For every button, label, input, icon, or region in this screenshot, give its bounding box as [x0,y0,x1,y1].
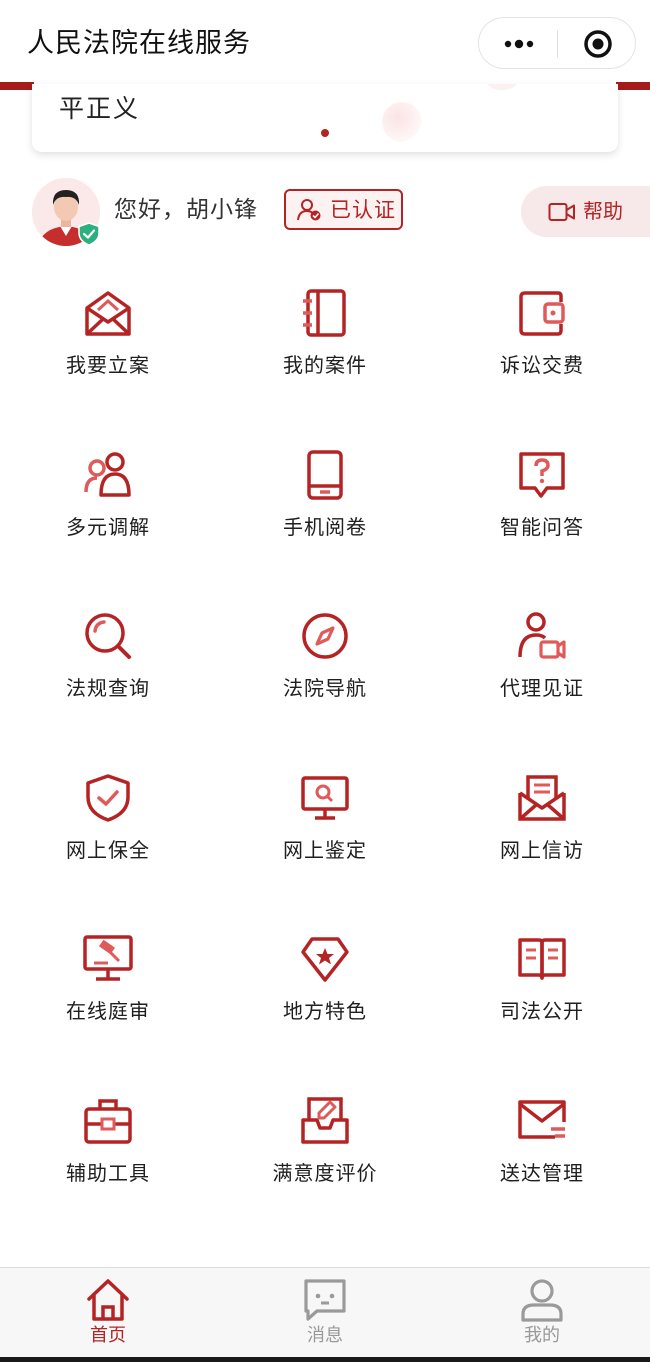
help-button[interactable]: 帮助 [521,186,650,237]
user-greeting: 您好，胡小锋 [114,197,258,223]
service-item[interactable]: 满意度评价 [217,1096,433,1226]
tab-profile[interactable]: 我的 [434,1268,650,1362]
service-item[interactable]: 送达管理 [434,1096,650,1226]
service-label: 网上信访 [500,838,584,862]
service-item[interactable]: 我要立案 [0,288,216,418]
service-item[interactable]: 地方特色 [217,934,433,1064]
service-item[interactable]: 在线庭审 [0,934,216,1064]
verified-shield-icon [78,222,100,246]
edit-tray-icon [301,1097,349,1144]
tab-label: 消息 [307,1325,343,1346]
service-label: 在线庭审 [66,999,150,1023]
monitor-search-icon [301,776,349,820]
service-label: 地方特色 [283,999,367,1023]
service-label: 法院导航 [283,676,367,700]
gavel-monitor-icon [83,935,133,981]
phone-icon [307,450,343,500]
service-item[interactable]: 手机阅卷 [217,450,433,580]
tab-label: 我的 [524,1325,560,1346]
service-item[interactable]: 智能问答 [434,450,650,580]
service-label: 满意度评价 [272,1161,378,1185]
service-item[interactable]: 网上鉴定 [217,773,433,903]
service-label: 辅助工具 [66,1161,150,1185]
service-label: 智能问答 [500,515,584,539]
tab-home[interactable]: 首页 [0,1268,216,1362]
letter-icon [518,775,566,821]
service-label: 代理见证 [500,676,584,700]
carousel-indicator-dot [321,129,329,137]
people-icon [84,452,131,497]
service-item[interactable]: 诉讼交费 [434,288,650,418]
service-item[interactable]: 代理见证 [434,611,650,741]
banner-decoration [382,102,422,142]
mail-lines-icon [518,1100,566,1139]
shield-check-icon [86,774,130,822]
search-icon [85,613,131,659]
star-gem-icon [301,937,349,982]
wallet-icon [519,291,565,336]
open-book-icon [518,938,566,980]
service-label: 法规查询 [66,676,150,700]
home-icon [87,1279,129,1321]
envelope-open-icon [85,291,131,336]
tab-label: 首页 [90,1325,126,1346]
home-indicator [0,1357,650,1362]
verified-badge[interactable]: 已认证 [284,189,403,230]
service-label: 网上保全 [66,838,150,862]
service-label: 我的案件 [283,353,367,377]
service-label: 网上鉴定 [283,838,367,862]
toolbox-icon [84,1099,132,1144]
service-label: 手机阅卷 [283,515,367,539]
service-label: 多元调解 [66,515,150,539]
service-item[interactable]: 我的案件 [217,288,433,418]
app-title: 人民法院在线服务 [27,28,251,59]
video-camera-icon [548,203,575,221]
navigation-bar: 人民法院在线服务 [0,0,650,84]
service-label: 诉讼交费 [500,353,584,377]
service-label: 我要立案 [66,353,150,377]
help-label: 帮助 [583,199,623,223]
question-chat-icon [519,452,565,498]
person-check-icon [297,199,321,221]
service-item[interactable]: 法院导航 [217,611,433,741]
service-item[interactable]: 网上保全 [0,773,216,903]
person-video-icon [518,612,566,659]
notebook-icon [303,289,346,337]
service-item[interactable]: 司法公开 [434,934,650,1064]
verified-label: 已认证 [330,198,396,222]
mini-program-capsule [478,17,636,69]
service-item[interactable]: 法规查询 [0,611,216,741]
close-target-icon[interactable] [583,29,613,59]
compass-icon [302,613,348,659]
service-item[interactable]: 辅助工具 [0,1096,216,1226]
banner-decoration [487,84,517,90]
tab-messages[interactable]: 消息 [217,1268,433,1362]
banner-text: 平正义 [59,94,141,123]
banner-carousel[interactable]: 平正义 [32,84,618,152]
profile-icon [521,1279,563,1322]
service-label: 司法公开 [500,999,584,1023]
service-item[interactable]: 多元调解 [0,450,216,580]
message-icon [304,1279,346,1321]
more-icon[interactable] [501,32,537,56]
service-item[interactable]: 网上信访 [434,773,650,903]
bottom-tab-bar: 首页 消息 我的 [0,1267,650,1362]
service-label: 送达管理 [500,1161,584,1185]
capsule-divider [557,30,558,58]
